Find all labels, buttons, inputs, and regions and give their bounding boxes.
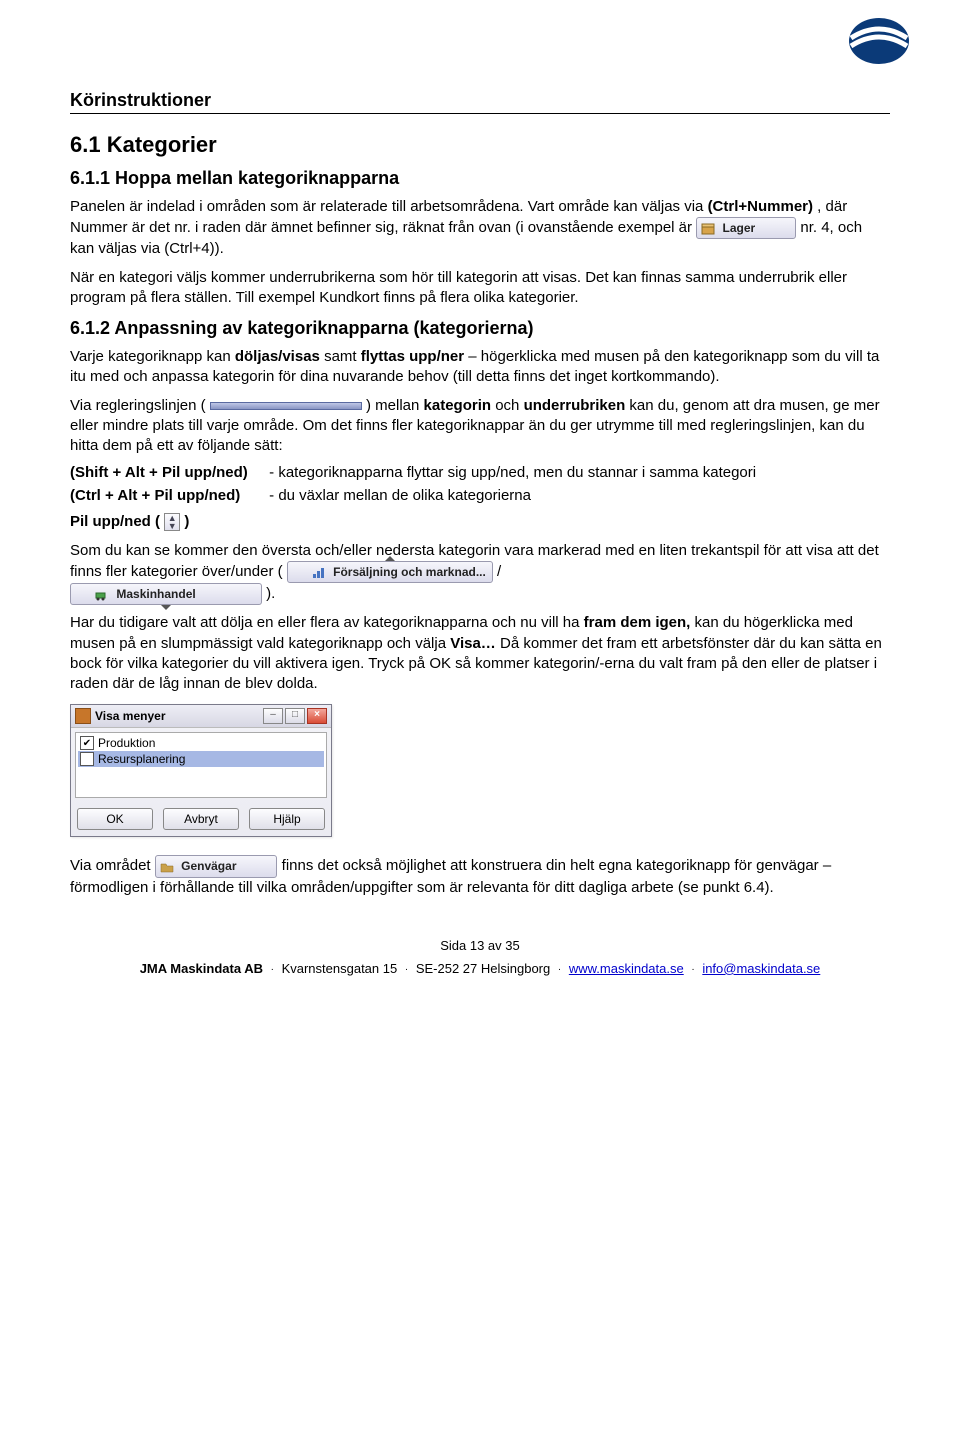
para-6-1-2-4: Har du tidigare valt att dölja en eller … bbox=[70, 613, 890, 694]
genvagar-category-button: Genvägar bbox=[155, 855, 278, 877]
section-6-1-title: 6.1 Kategorier bbox=[70, 132, 890, 158]
cancel-button[interactable]: Avbryt bbox=[163, 808, 239, 830]
minimize-button[interactable]: – bbox=[263, 708, 283, 724]
ok-button[interactable]: OK bbox=[77, 808, 153, 830]
forsaljning-category-button: Försäljning och marknad... bbox=[287, 561, 493, 583]
footer-line: JMA Maskindata AB · Kvarnstensgatan 15 ·… bbox=[70, 961, 890, 976]
lager-category-button: Lager bbox=[696, 217, 796, 239]
section-6-1-1-title: 6.1.1 Hoppa mellan kategoriknapparna bbox=[70, 168, 890, 189]
page-number: Sida 13 av 35 bbox=[70, 938, 890, 953]
maximize-button[interactable]: □ bbox=[285, 708, 305, 724]
document-page: Körinstruktioner 6.1 Kategorier 6.1.1 Ho… bbox=[0, 0, 960, 996]
chevron-down-icon bbox=[161, 605, 171, 610]
spinner-icon: ▲▼ bbox=[164, 513, 180, 531]
checkbox-checked-icon[interactable]: ✔ bbox=[80, 736, 94, 750]
page-footer: Sida 13 av 35 JMA Maskindata AB · Kvarns… bbox=[70, 938, 890, 976]
page-header: Körinstruktioner bbox=[70, 90, 890, 114]
dialog-listbox[interactable]: ✔ Produktion Resursplanering bbox=[75, 732, 327, 798]
dialog-icon bbox=[75, 708, 91, 724]
section-6-1-2-title: 6.1.2 Anpassning av kategoriknapparna (k… bbox=[70, 318, 890, 339]
website-link[interactable]: www.maskindata.se bbox=[569, 961, 684, 976]
shortcut-row-1: (Shift + Alt + Pil upp/ned) - kategorikn… bbox=[70, 464, 890, 481]
para-6-1-2-1: Varje kategoriknapp kan döljas/visas sam… bbox=[70, 347, 890, 388]
maskinhandel-category-button: Maskinhandel bbox=[70, 583, 262, 605]
folder-icon bbox=[160, 861, 174, 873]
para-6-1-2-2: Via regleringslinjen ( ) mellan kategori… bbox=[70, 396, 890, 457]
company-logo bbox=[843, 16, 915, 66]
resizer-line-icon bbox=[210, 402, 362, 410]
list-item[interactable]: Resursplanering bbox=[78, 751, 324, 767]
dialog-button-row: OK Avbryt Hjälp bbox=[71, 802, 331, 836]
shortcut-row-2: (Ctrl + Alt + Pil upp/ned) - du växlar m… bbox=[70, 487, 890, 504]
para-6-1-2-3: Som du kan se kommer den översta och/ell… bbox=[70, 541, 890, 606]
dialog-titlebar: Visa menyer – □ × bbox=[71, 705, 331, 728]
help-button[interactable]: Hjälp bbox=[249, 808, 325, 830]
pil-upp-ned-row: Pil upp/ned ( ▲▼ ) bbox=[70, 512, 890, 532]
email-link[interactable]: info@maskindata.se bbox=[702, 961, 820, 976]
box-icon bbox=[701, 223, 715, 235]
para-6-1-1-2: När en kategori väljs kommer underrubrik… bbox=[70, 268, 890, 309]
para-6-1-1-1: Panelen är indelad i områden som är rela… bbox=[70, 197, 890, 260]
machine-icon bbox=[95, 589, 109, 601]
chart-icon bbox=[312, 567, 326, 579]
close-button[interactable]: × bbox=[307, 708, 327, 724]
para-6-1-2-5: Via området Genvägar finns det också möj… bbox=[70, 855, 890, 897]
list-item[interactable]: ✔ Produktion bbox=[78, 735, 324, 751]
dialog-title-text: Visa menyer bbox=[95, 709, 261, 723]
chevron-up-icon bbox=[385, 556, 395, 561]
checkbox-unchecked-icon[interactable] bbox=[80, 752, 94, 766]
visa-menyer-dialog: Visa menyer – □ × ✔ Produktion Resurspla… bbox=[70, 704, 332, 837]
